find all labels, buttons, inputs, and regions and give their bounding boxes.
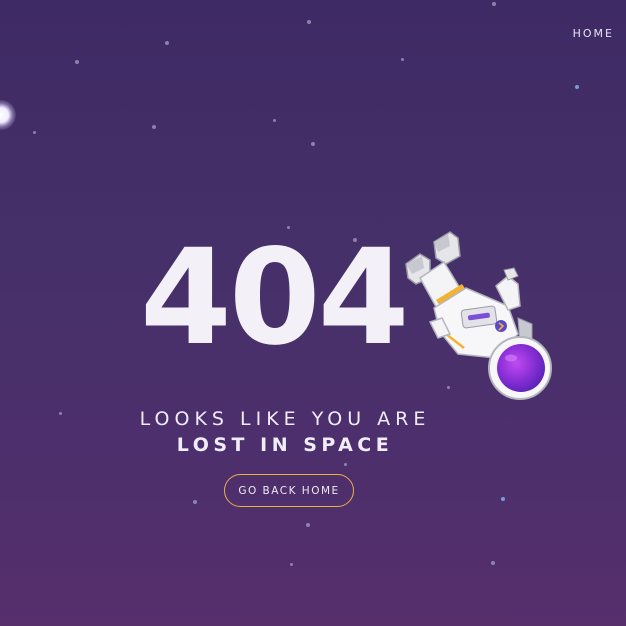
star bbox=[311, 142, 315, 146]
star bbox=[307, 20, 311, 24]
star bbox=[273, 119, 276, 122]
astronaut-icon bbox=[400, 226, 560, 401]
error-code: 404 bbox=[140, 221, 410, 375]
star bbox=[491, 561, 495, 565]
star bbox=[59, 412, 62, 415]
star bbox=[193, 500, 197, 504]
star bbox=[501, 497, 505, 501]
error-message-line1: LOOKS LIKE YOU ARE bbox=[139, 408, 431, 430]
moon-icon bbox=[0, 100, 16, 130]
star bbox=[492, 2, 496, 6]
star bbox=[152, 125, 156, 129]
error-message-line2: LOST IN SPACE bbox=[176, 434, 394, 456]
nav-home-link[interactable]: HOME bbox=[573, 27, 614, 40]
star bbox=[75, 60, 79, 64]
star bbox=[290, 563, 293, 566]
star bbox=[401, 58, 404, 61]
star bbox=[165, 41, 169, 45]
star bbox=[575, 85, 579, 89]
star bbox=[344, 463, 347, 466]
star bbox=[306, 523, 310, 527]
helmet-visor bbox=[497, 344, 545, 392]
go-back-home-button[interactable]: GO BACK HOME bbox=[224, 474, 354, 507]
star bbox=[33, 131, 36, 134]
